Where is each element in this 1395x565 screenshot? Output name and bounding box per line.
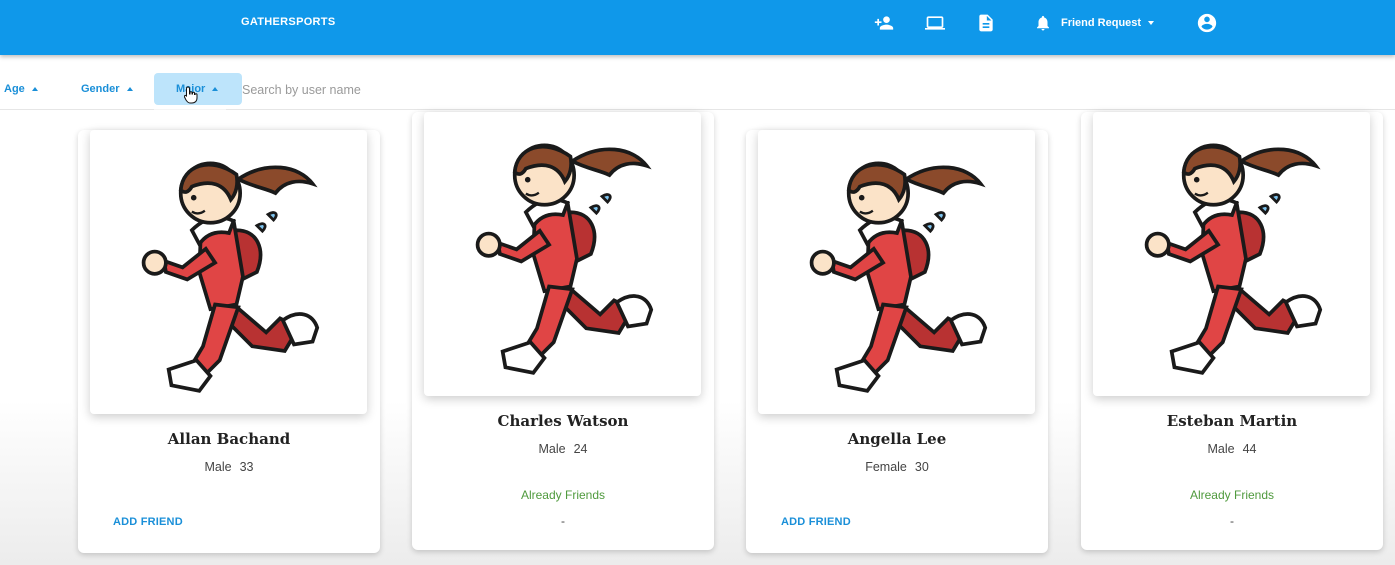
runner-illustration bbox=[1093, 112, 1370, 396]
friend-extra: - bbox=[1230, 514, 1234, 528]
bell-icon bbox=[1037, 15, 1049, 31]
runner-image bbox=[1144, 143, 1322, 375]
user-name: Esteban Martin bbox=[1166, 412, 1298, 430]
friend-request-label: Friend Request bbox=[1061, 17, 1142, 29]
runner-image bbox=[141, 161, 319, 393]
user-meta: Male 24 bbox=[412, 442, 714, 456]
friend-status: Already Friends bbox=[520, 488, 606, 502]
brand-title[interactable]: GATHERSPORTS bbox=[241, 16, 335, 28]
user-age: 33 bbox=[239, 460, 254, 474]
age-filter-button[interactable]: Age bbox=[0, 73, 48, 105]
user-gender: Male bbox=[538, 442, 566, 456]
user-meta: Female 30 bbox=[746, 460, 1048, 474]
chevron-down-icon bbox=[1148, 21, 1155, 25]
filter-bar: Age Gender Major bbox=[0, 62, 1395, 110]
laptop-icon[interactable] bbox=[924, 12, 946, 34]
user-card: Angella Lee Female 30 ADD FRIEND bbox=[746, 130, 1048, 553]
user-card: Esteban Martin Male 44 Already Friends - bbox=[1081, 112, 1383, 550]
user-gender: Male bbox=[204, 460, 232, 474]
user-age: 30 bbox=[914, 460, 929, 474]
document-icon[interactable] bbox=[975, 12, 997, 34]
user-name: Angella Lee bbox=[847, 430, 947, 448]
user-gender: Female bbox=[865, 460, 907, 474]
runner-image bbox=[475, 143, 653, 375]
gender-filter-button[interactable]: Gender bbox=[71, 73, 143, 105]
user-meta: Male 44 bbox=[1081, 442, 1383, 456]
user-age: 24 bbox=[573, 442, 588, 456]
user-name: Allan Bachand bbox=[167, 430, 291, 448]
chevron-up-icon bbox=[31, 87, 38, 91]
user-age: 44 bbox=[1242, 442, 1257, 456]
runner-image bbox=[809, 161, 987, 393]
user-gender: Male bbox=[1207, 442, 1235, 456]
age-filter-label: Age bbox=[4, 83, 25, 95]
chevron-up-icon bbox=[212, 87, 219, 91]
friend-status: Already Friends bbox=[1189, 488, 1275, 502]
app-bar: GATHERSPORTS Friend Request bbox=[0, 0, 1395, 55]
add-person-icon[interactable] bbox=[873, 12, 895, 34]
add-friend-button[interactable]: ADD FRIEND bbox=[113, 516, 183, 528]
runner-illustration bbox=[424, 112, 701, 396]
major-filter-button[interactable]: Major bbox=[154, 73, 242, 105]
user-card: Allan Bachand Male 33 ADD FRIEND bbox=[78, 130, 380, 553]
user-card: Charles Watson Male 24 Already Friends - bbox=[412, 112, 714, 550]
friend-extra: - bbox=[561, 514, 565, 528]
friend-request-menu[interactable]: Friend Request bbox=[1034, 12, 1155, 34]
account-icon[interactable] bbox=[1195, 11, 1219, 35]
gender-filter-label: Gender bbox=[81, 83, 120, 95]
user-meta: Male 33 bbox=[78, 460, 380, 474]
chevron-up-icon bbox=[126, 87, 133, 91]
user-name: Charles Watson bbox=[497, 412, 629, 430]
runner-illustration bbox=[758, 130, 1035, 414]
search-input[interactable] bbox=[242, 79, 742, 101]
hand-cursor-icon bbox=[184, 86, 198, 104]
runner-illustration bbox=[90, 130, 367, 414]
add-friend-button[interactable]: ADD FRIEND bbox=[781, 516, 851, 528]
